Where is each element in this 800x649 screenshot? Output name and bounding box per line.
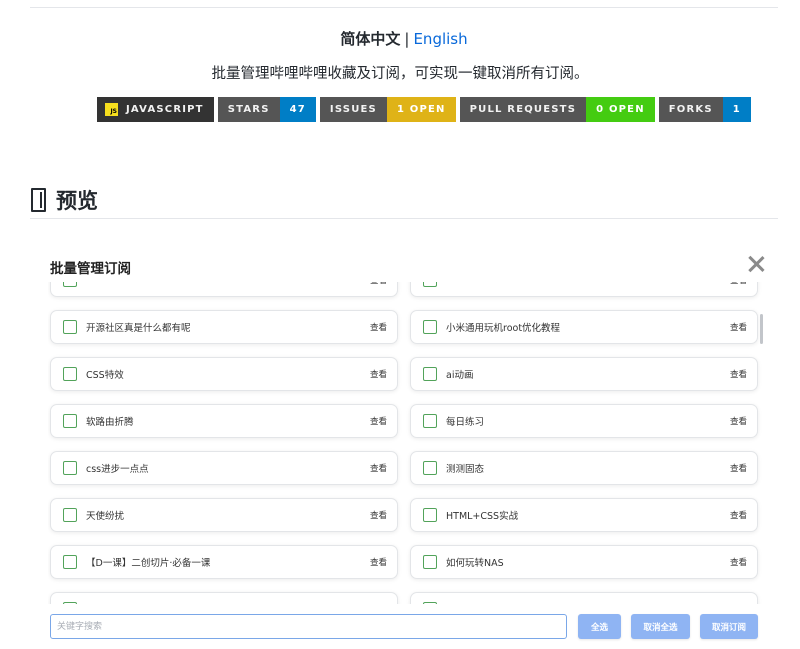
subscription-checkbox[interactable] xyxy=(423,461,437,475)
subscription-label: ai动画 xyxy=(446,370,474,381)
subscription-label: 【D一课】二创切片·必备一课 xyxy=(86,558,211,569)
subscription-card[interactable]: 查看 xyxy=(410,592,758,604)
language-switcher: 简体中文 | English xyxy=(0,28,800,50)
select-all-button[interactable]: 全选 xyxy=(578,614,621,639)
view-link[interactable]: 查看 xyxy=(370,462,387,474)
subscription-card[interactable]: 天使纷扰 查看 xyxy=(50,498,398,532)
subscription-checkbox[interactable] xyxy=(63,555,77,569)
subscription-checkbox[interactable] xyxy=(63,602,77,604)
book-icon xyxy=(31,188,46,212)
view-link[interactable]: 查看 xyxy=(370,556,387,568)
subscription-list[interactable]: 查看查看开源社区真是什么都有呢查看小米通用玩机root优化教程查看CSS特效查看… xyxy=(48,282,764,604)
view-link[interactable]: 查看 xyxy=(730,462,747,474)
badge-label: STARS xyxy=(217,97,280,122)
section-title: 预览 xyxy=(56,189,98,213)
search-input[interactable] xyxy=(50,614,567,639)
badge-value: 1 OPEN xyxy=(386,97,456,122)
close-icon[interactable] xyxy=(748,256,764,272)
subscription-checkbox[interactable] xyxy=(423,602,437,604)
subscription-card[interactable]: 小米通用玩机root优化教程 查看 xyxy=(410,310,758,344)
subscription-card[interactable]: 测测固态 查看 xyxy=(410,451,758,485)
js-logo-icon: JS xyxy=(105,103,118,116)
subscription-card[interactable]: 每日练习 查看 xyxy=(410,404,758,438)
view-link[interactable]: 查看 xyxy=(370,603,387,604)
subscription-card[interactable]: 软路由折腾 查看 xyxy=(50,404,398,438)
lang-english-link[interactable]: English xyxy=(413,30,467,48)
subscription-checkbox[interactable] xyxy=(423,414,437,428)
subscription-label: 开源社区真是什么都有呢 xyxy=(86,323,191,334)
badge-row: JS JAVASCRIPT STARS 47 ISSUES 1 OPEN PULL… xyxy=(97,97,751,122)
top-divider xyxy=(30,7,778,8)
list-scrollbar[interactable] xyxy=(760,314,763,344)
subscription-checkbox[interactable] xyxy=(63,282,77,287)
subscription-card[interactable]: 开源社区真是什么都有呢 查看 xyxy=(50,310,398,344)
view-link[interactable]: 查看 xyxy=(370,415,387,427)
subscription-checkbox[interactable] xyxy=(63,320,77,334)
subscription-label: css进步一点点 xyxy=(86,464,149,475)
subscription-label: 每日练习 xyxy=(446,417,485,428)
subscription-checkbox[interactable] xyxy=(423,508,437,522)
lang-separator: | xyxy=(404,30,410,48)
subscription-card[interactable]: 查看 xyxy=(50,282,398,297)
view-link[interactable]: 查看 xyxy=(730,509,747,521)
lang-current: 简体中文 xyxy=(340,30,401,48)
section-divider xyxy=(30,218,778,219)
view-link[interactable]: 查看 xyxy=(370,321,387,333)
badge-forks[interactable]: FORKS 1 xyxy=(658,97,751,122)
view-link[interactable]: 查看 xyxy=(370,282,387,286)
subscription-label: HTML+CSS实战 xyxy=(446,511,519,522)
subscription-label: 天使纷扰 xyxy=(86,511,125,522)
badge-label: JAVASCRIPT xyxy=(126,104,204,115)
subscription-card[interactable]: 【D一课】二创切片·必备一课 查看 xyxy=(50,545,398,579)
deselect-all-button[interactable]: 取消全选 xyxy=(631,614,690,639)
subscription-card[interactable]: ai动画 查看 xyxy=(410,357,758,391)
subscription-checkbox[interactable] xyxy=(63,367,77,381)
view-link[interactable]: 查看 xyxy=(730,603,747,604)
view-link[interactable]: 查看 xyxy=(730,556,747,568)
subscription-checkbox[interactable] xyxy=(423,320,437,334)
view-link[interactable]: 查看 xyxy=(730,282,747,286)
project-description: 批量管理哔哩哔哩收藏及订阅，可实现一键取消所有订阅。 xyxy=(211,66,589,82)
badge-label: PULL REQUESTS xyxy=(459,97,587,122)
subscription-checkbox[interactable] xyxy=(63,508,77,522)
subscription-card[interactable]: HTML+CSS实战 查看 xyxy=(410,498,758,532)
subscription-label: 小米通用玩机root优化教程 xyxy=(446,323,561,334)
subscription-card[interactable]: 查看 xyxy=(410,282,758,297)
modal-title: 批量管理订阅 xyxy=(50,261,131,277)
subscription-checkbox[interactable] xyxy=(423,555,437,569)
subscription-checkbox[interactable] xyxy=(423,282,437,287)
badge-value: 47 xyxy=(279,97,316,122)
view-link[interactable]: 查看 xyxy=(730,321,747,333)
subscription-checkbox[interactable] xyxy=(63,414,77,428)
subscription-checkbox[interactable] xyxy=(63,461,77,475)
view-link[interactable]: 查看 xyxy=(730,368,747,380)
badge-stars[interactable]: STARS 47 xyxy=(217,97,316,122)
subscription-card[interactable]: CSS特效 查看 xyxy=(50,357,398,391)
badge-value: 0 OPEN xyxy=(586,97,655,122)
unsubscribe-button[interactable]: 取消订阅 xyxy=(700,614,758,639)
badge-label: ISSUES xyxy=(319,97,387,122)
badge-javascript[interactable]: JS JAVASCRIPT xyxy=(97,97,214,122)
badge-issues[interactable]: ISSUES 1 OPEN xyxy=(319,97,456,122)
badge-value: 1 xyxy=(722,97,751,122)
subscription-label: 测测固态 xyxy=(446,464,485,475)
preview-heading: 预览 xyxy=(31,185,98,215)
badge-pull-requests[interactable]: PULL REQUESTS 0 OPEN xyxy=(459,97,655,122)
view-link[interactable]: 查看 xyxy=(730,415,747,427)
view-link[interactable]: 查看 xyxy=(370,509,387,521)
subscription-label: 软路由折腾 xyxy=(86,417,134,428)
subscription-card[interactable]: css进步一点点 查看 xyxy=(50,451,398,485)
subscription-checkbox[interactable] xyxy=(423,367,437,381)
view-link[interactable]: 查看 xyxy=(370,368,387,380)
subscription-card[interactable]: 如何玩转NAS 查看 xyxy=(410,545,758,579)
badge-label: FORKS xyxy=(658,97,723,122)
subscription-label: CSS特效 xyxy=(86,370,124,381)
subscription-card[interactable]: 查看 xyxy=(50,592,398,604)
subscription-label: 如何玩转NAS xyxy=(446,558,504,569)
